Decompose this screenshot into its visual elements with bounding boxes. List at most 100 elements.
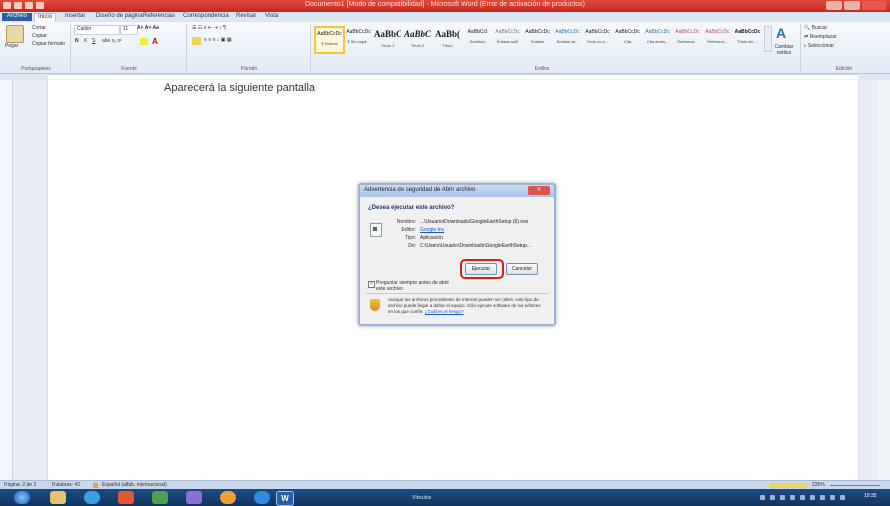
bold-button[interactable]: N bbox=[75, 38, 79, 44]
style-heading-1[interactable]: AaBbC Título 1 bbox=[374, 26, 401, 50]
format-painter-button[interactable]: Copiar formato bbox=[32, 41, 65, 47]
field-label-from: De: bbox=[408, 243, 416, 249]
minimize-button[interactable] bbox=[826, 1, 842, 10]
style-subtle-reference[interactable]: AaBbCcDc Referenci... bbox=[674, 26, 701, 50]
volume-icon[interactable] bbox=[820, 495, 825, 500]
select-button[interactable]: ▹ Seleccionar bbox=[804, 43, 834, 49]
explorer-icon[interactable] bbox=[50, 491, 66, 504]
paste-label: Pegar bbox=[5, 43, 19, 49]
separator bbox=[310, 24, 311, 72]
tray-icon[interactable] bbox=[790, 495, 795, 500]
style-intense-quote[interactable]: AaBbCcDc Cita desta... bbox=[644, 26, 671, 50]
font-color-icon[interactable]: A bbox=[152, 37, 158, 46]
align-left-button[interactable] bbox=[192, 37, 201, 45]
style-normal[interactable]: AaBbCcDc ¶ Normal bbox=[314, 26, 345, 54]
tray-icon[interactable] bbox=[840, 495, 845, 500]
styles-scroll[interactable] bbox=[764, 26, 772, 52]
executable-file-icon bbox=[370, 223, 382, 237]
tray-icon[interactable] bbox=[830, 495, 835, 500]
style-no-spacing[interactable]: AaBbCcDc ¶ Sin espa... bbox=[345, 26, 372, 50]
links-toolbar-label[interactable]: Vínculos bbox=[412, 495, 431, 501]
replace-button[interactable]: ⇄ Reemplazar bbox=[804, 34, 837, 40]
ribbon-tabs: Archivo Inicio Insertar Diseño de página… bbox=[0, 12, 890, 22]
field-label-type: Tipo: bbox=[405, 235, 416, 241]
tab-home[interactable]: Inicio bbox=[34, 13, 57, 22]
find-button[interactable]: 🔍 Buscar bbox=[804, 25, 827, 31]
editing-group-label: Edición bbox=[835, 66, 853, 72]
tab-view[interactable]: Vista bbox=[262, 13, 281, 21]
tab-page-layout[interactable]: Diseño de página bbox=[93, 13, 146, 21]
paste-icon[interactable] bbox=[6, 25, 24, 43]
publisher-link[interactable]: Google Inc bbox=[420, 227, 444, 233]
style-subtitle[interactable]: AaBbCcI Subtítulo bbox=[464, 26, 491, 50]
list-buttons[interactable]: ☰ ☷ ≡ ⇤ ⇥ ↕ ¶ bbox=[192, 25, 226, 31]
close-window-button[interactable] bbox=[862, 1, 886, 10]
taskbar-clock[interactable]: 19:35 bbox=[864, 493, 877, 499]
maximize-button[interactable] bbox=[844, 1, 860, 10]
clipboard-group-label: Portapapeles bbox=[21, 66, 51, 72]
style-title[interactable]: AaBb(Título bbox=[434, 26, 461, 50]
copy-button[interactable]: Copiar bbox=[32, 33, 47, 39]
grow-font-button[interactable]: A˄ A˅ Aa bbox=[137, 25, 159, 31]
change-styles-button[interactable]: Cambiar estilos bbox=[772, 44, 796, 56]
tab-references[interactable]: Referencias bbox=[140, 13, 178, 21]
tray-icon[interactable] bbox=[770, 495, 775, 500]
warning-message: Aunque los archivos procedentes de Inter… bbox=[388, 297, 541, 314]
tab-file[interactable]: Archivo bbox=[2, 13, 33, 21]
strikethrough-button[interactable]: abe x₂ x² bbox=[102, 38, 122, 44]
style-heading-2[interactable]: AaBbC Título 2 bbox=[404, 26, 431, 50]
risk-link[interactable]: ¿Cuál es el riesgo? bbox=[425, 309, 464, 314]
align-buttons[interactable]: ≡ ≡ ≡ ↕ ▣ ▦ bbox=[204, 37, 232, 43]
run-button[interactable]: Ejecutar bbox=[465, 263, 497, 275]
styles-group-label: Estilos bbox=[534, 66, 550, 72]
style-emphasis[interactable]: AaBbCcDc Énfasis bbox=[524, 26, 551, 50]
media-icon[interactable] bbox=[118, 491, 134, 504]
network-icon[interactable] bbox=[810, 495, 815, 500]
proofing-icon[interactable] bbox=[93, 483, 98, 488]
separator bbox=[70, 24, 71, 72]
dialog-title: Advertencia de seguridad de Abrir archiv… bbox=[364, 187, 476, 193]
style-subtle-emphasis[interactable]: AaBbCcDc Énfasis sutil bbox=[494, 26, 521, 50]
app-icon[interactable] bbox=[254, 491, 270, 504]
tray-icon[interactable] bbox=[760, 495, 765, 500]
style-intense-reference[interactable]: AaBbCcDc Referenci... bbox=[704, 26, 731, 50]
paragraph-group-label: Párrafo bbox=[240, 66, 258, 72]
style-quote[interactable]: AaBbCcDc Cita bbox=[614, 26, 641, 50]
highlight-color-icon[interactable] bbox=[140, 38, 148, 45]
font-name-select[interactable]: Calibri bbox=[74, 25, 120, 35]
warning-text: Aunque los archivos procedentes de Inter… bbox=[388, 297, 546, 315]
style-book-title[interactable]: AaBbCcDc Título del ... bbox=[734, 26, 761, 50]
view-buttons[interactable] bbox=[770, 483, 808, 488]
word-count[interactable]: Palabras: 42 bbox=[52, 482, 80, 488]
word-taskbar-icon[interactable]: W bbox=[276, 491, 294, 506]
vertical-ruler[interactable] bbox=[0, 80, 13, 480]
font-size-select[interactable]: 11 bbox=[120, 25, 138, 35]
cancel-button[interactable]: Cancelar bbox=[506, 263, 538, 275]
vertical-scrollbar[interactable] bbox=[878, 80, 890, 480]
tray-icon[interactable] bbox=[780, 495, 785, 500]
title-bar: Documento1 [Modo de compatibilidad] - Mi… bbox=[0, 0, 890, 12]
style-strong[interactable]: AaBbCcDc Texto en n... bbox=[584, 26, 611, 50]
italic-button[interactable]: K bbox=[84, 38, 87, 44]
tab-insert[interactable]: Insertar bbox=[62, 13, 88, 21]
always-ask-checkbox[interactable]: ✓ bbox=[368, 281, 375, 288]
page-count[interactable]: Página: 2 de 2 bbox=[4, 482, 36, 488]
replace-label: Reemplazar bbox=[809, 34, 837, 40]
start-button[interactable] bbox=[14, 491, 30, 504]
app-icon[interactable] bbox=[152, 491, 168, 504]
app-icon[interactable] bbox=[220, 491, 236, 504]
field-value-name: ...\Usuario\Downloads\GoogleEarthSetup (… bbox=[420, 219, 529, 225]
app-icon[interactable] bbox=[186, 491, 202, 504]
underline-button[interactable]: S bbox=[92, 38, 95, 44]
zoom-level[interactable]: 235% bbox=[812, 482, 825, 488]
language-indicator[interactable]: Español (alfab. internacional) bbox=[102, 482, 167, 488]
cut-button[interactable]: Cortar bbox=[32, 25, 46, 31]
change-styles-icon[interactable]: A bbox=[776, 25, 786, 41]
tray-icon[interactable] bbox=[800, 495, 805, 500]
zoom-slider[interactable] bbox=[830, 485, 880, 486]
tab-review[interactable]: Revisar bbox=[233, 13, 259, 21]
tab-mailings[interactable]: Correspondencia bbox=[180, 13, 232, 21]
browser-icon[interactable] bbox=[84, 491, 100, 504]
style-intense-emphasis[interactable]: AaBbCcDc Énfasis int... bbox=[554, 26, 581, 50]
dialog-close-button[interactable]: ✕ bbox=[528, 186, 550, 195]
